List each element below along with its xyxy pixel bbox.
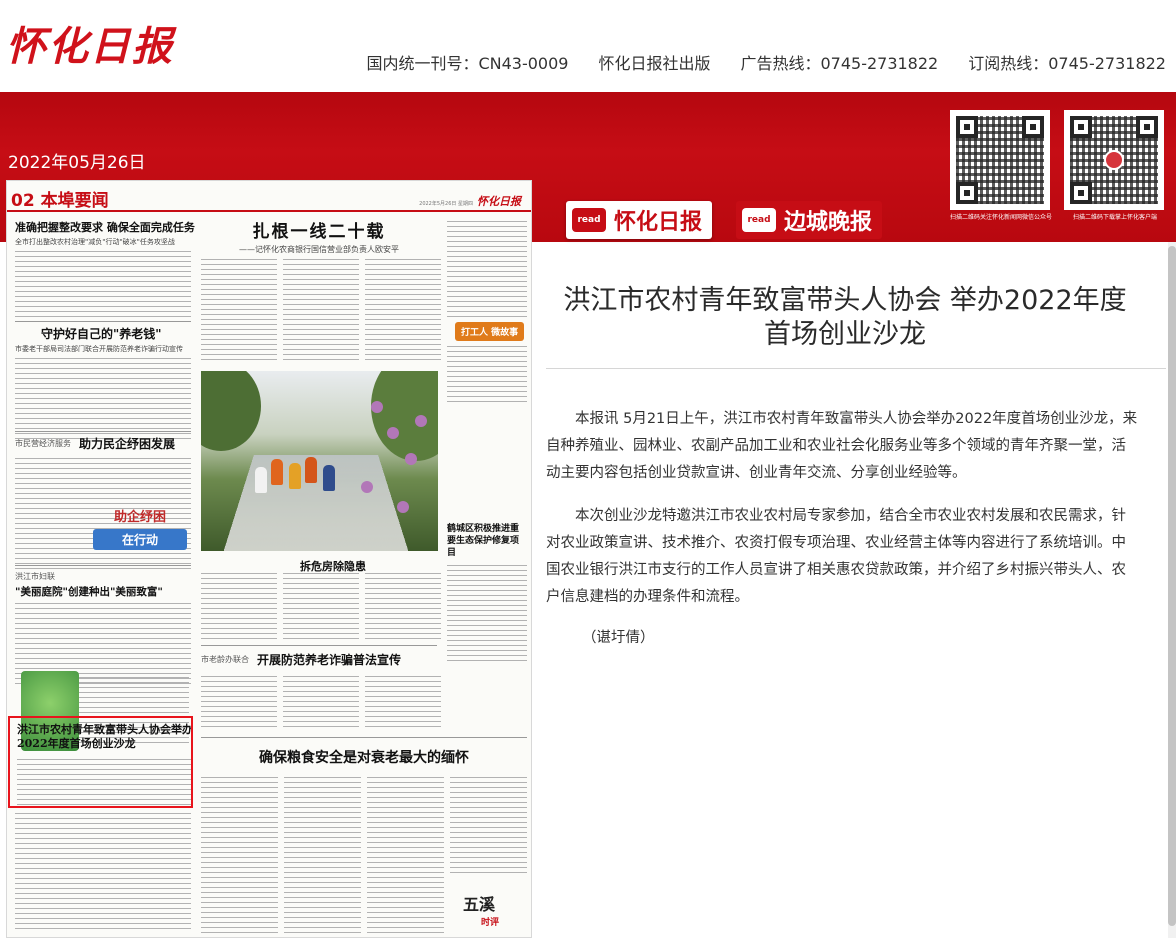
article-text-columns	[201, 573, 441, 639]
headline: 开展防范养老诈骗普法宣传	[257, 651, 401, 668]
header-info-issn: 国内统一刊号：CN43-0009	[366, 50, 568, 74]
article-paragraph: 本次创业沙龙特邀洪江市农业农村局专家参加，结合全市农业农村发展和农民需求，针对农…	[546, 503, 1138, 611]
subheadline: 全市打出整改农村治理"减负"行动"破冰"任务攻坚战	[15, 237, 191, 247]
body-text-block	[15, 813, 191, 931]
qr-caption: 扫描二维码关注怀化新闻网微信公众号	[946, 212, 1056, 221]
article-block[interactable]: 扎根一线二十载 ——记怀化农商银行国信营业部负责人欧安平	[201, 217, 437, 255]
article-block[interactable]: 确保粮食安全是对衰老最大的缅怀	[201, 747, 527, 767]
masthead-title: 怀化日报	[477, 195, 521, 208]
column-stamp: 打工人 微故事	[455, 322, 524, 341]
banner-title: 助企纾困	[114, 510, 166, 525]
page-rule	[7, 210, 531, 212]
qr-logo-icon	[1104, 150, 1124, 170]
page-masthead: 2022年5月26日 星期四 怀化日报	[419, 193, 521, 209]
news-photo[interactable]	[201, 371, 438, 551]
read-icon: read	[742, 208, 776, 232]
selected-article-highlight[interactable]	[8, 716, 193, 808]
body-text-block	[447, 221, 527, 317]
article-author: （谌圩倩）	[582, 626, 655, 647]
body-text-block	[15, 251, 191, 323]
tab-label: 怀化日报	[614, 204, 702, 236]
qr-code-app	[1064, 110, 1164, 210]
page-header: 02 本埠要闻 2022年5月26日 星期四 怀化日报	[7, 181, 531, 211]
read-icon: read	[572, 208, 606, 232]
edition-date: 2022年05月26日	[8, 148, 146, 173]
kicker: 洪江市妇联	[15, 571, 191, 582]
banner-sub: 在行动	[93, 529, 187, 550]
tab-biancheng-evening[interactable]: read 边城晚报	[736, 201, 882, 239]
tab-huaihua-daily[interactable]: read 怀化日报	[566, 201, 712, 239]
qr-code-wechat	[950, 110, 1050, 210]
newspaper-page[interactable]: 02 本埠要闻 2022年5月26日 星期四 怀化日报 准确把握整改要求 确保全面…	[6, 180, 532, 938]
headline: "美丽庭院"创建种出"美丽致富"	[15, 584, 191, 599]
header-info-publisher: 怀化日报社出版	[598, 50, 710, 74]
headline: 准确把握整改要求 确保全面完成任务	[15, 219, 191, 235]
article-block[interactable]: 准确把握整改要求 确保全面完成任务 全市打出整改农村治理"减负"行动"破冰"任务…	[15, 219, 191, 323]
tab-label: 边城晚报	[784, 204, 872, 236]
headline: 确保粮食安全是对衰老最大的缅怀	[201, 747, 527, 767]
article-paragraph: 本报讯 5月21日上午，洪江市农村青年致富带头人协会举办2022年度首场创业沙龙…	[546, 406, 1138, 487]
article-block[interactable]: 守护好自己的"养老钱" 市委老干部局司法部门联合开展防范养老诈骗行动宣传	[15, 325, 191, 442]
header-info: 国内统一刊号：CN43-0009 怀化日报社出版 广告热线：0745-27318…	[366, 50, 1166, 74]
page-label: 02 本埠要闻	[11, 186, 109, 211]
masthead-note: 2022年5月26日 星期四	[419, 201, 473, 207]
header-info-ad-hotline: 广告热线：0745-2731822	[740, 50, 938, 74]
photo-caption: 拆危房除隐患	[263, 555, 403, 574]
signature-title: 五溪	[463, 895, 495, 914]
site-header: 怀化日报 国内统一刊号：CN43-0009 怀化日报社出版 广告热线：0745-…	[0, 0, 1176, 92]
paper-tabs: read 怀化日报 read 边城晚报	[566, 201, 882, 239]
qr-caption: 扫描二维码下载掌上怀化客户端	[1060, 212, 1170, 221]
body-text-block	[447, 565, 527, 661]
article-block[interactable]: 鹤城区积极推进重要生态保护修复项目	[447, 523, 527, 661]
article-block	[447, 346, 527, 402]
signature-sub: 时评	[481, 915, 499, 928]
article-text-columns	[201, 259, 441, 363]
column-signature: 五溪 时评	[463, 891, 499, 928]
article-block[interactable]: 洪江市妇联 "美丽庭院"创建种出"美丽致富"	[15, 571, 191, 685]
header-info-subscribe-hotline: 订阅热线：0745-2731822	[968, 50, 1166, 74]
kicker: 市民营经济服务	[15, 438, 71, 449]
body-text-block	[447, 346, 527, 402]
body-text-block	[15, 358, 191, 442]
qr-pattern	[956, 116, 1044, 204]
headline: 守护好自己的"养老钱"	[41, 325, 191, 342]
article-title: 洪江市农村青年致富带头人协会 举办2022年度首场创业沙龙	[556, 284, 1134, 352]
subheadline: ——记怀化农商银行国信营业部负责人欧安平	[201, 244, 437, 255]
article-divider	[546, 368, 1166, 369]
site-logo[interactable]: 怀化日报	[6, 14, 174, 72]
scrollbar-thumb[interactable]	[1168, 246, 1176, 926]
article-block[interactable]: 市老龄办联合 开展防范养老诈骗普法宣传	[201, 651, 441, 728]
headline: 鹤城区积极推进重要生态保护修复项目	[447, 523, 527, 559]
caption-text: 拆危房除隐患	[300, 560, 366, 573]
article-block	[15, 813, 191, 931]
qr-pattern	[1070, 116, 1158, 204]
subheadline: 市委老干部局司法部门联合开展防范养老诈骗行动宣传	[15, 344, 191, 354]
article-block	[447, 221, 527, 317]
article-body: 本报讯 5月21日上午，洪江市农村青年致富带头人协会举办2022年度首场创业沙龙…	[546, 406, 1138, 627]
campaign-banner: 助企纾困 在行动	[93, 506, 187, 558]
headline: 扎根一线二十载	[201, 217, 437, 242]
headline: 助力民企纾困发展	[79, 435, 175, 452]
kicker: 市老龄办联合	[201, 654, 249, 665]
